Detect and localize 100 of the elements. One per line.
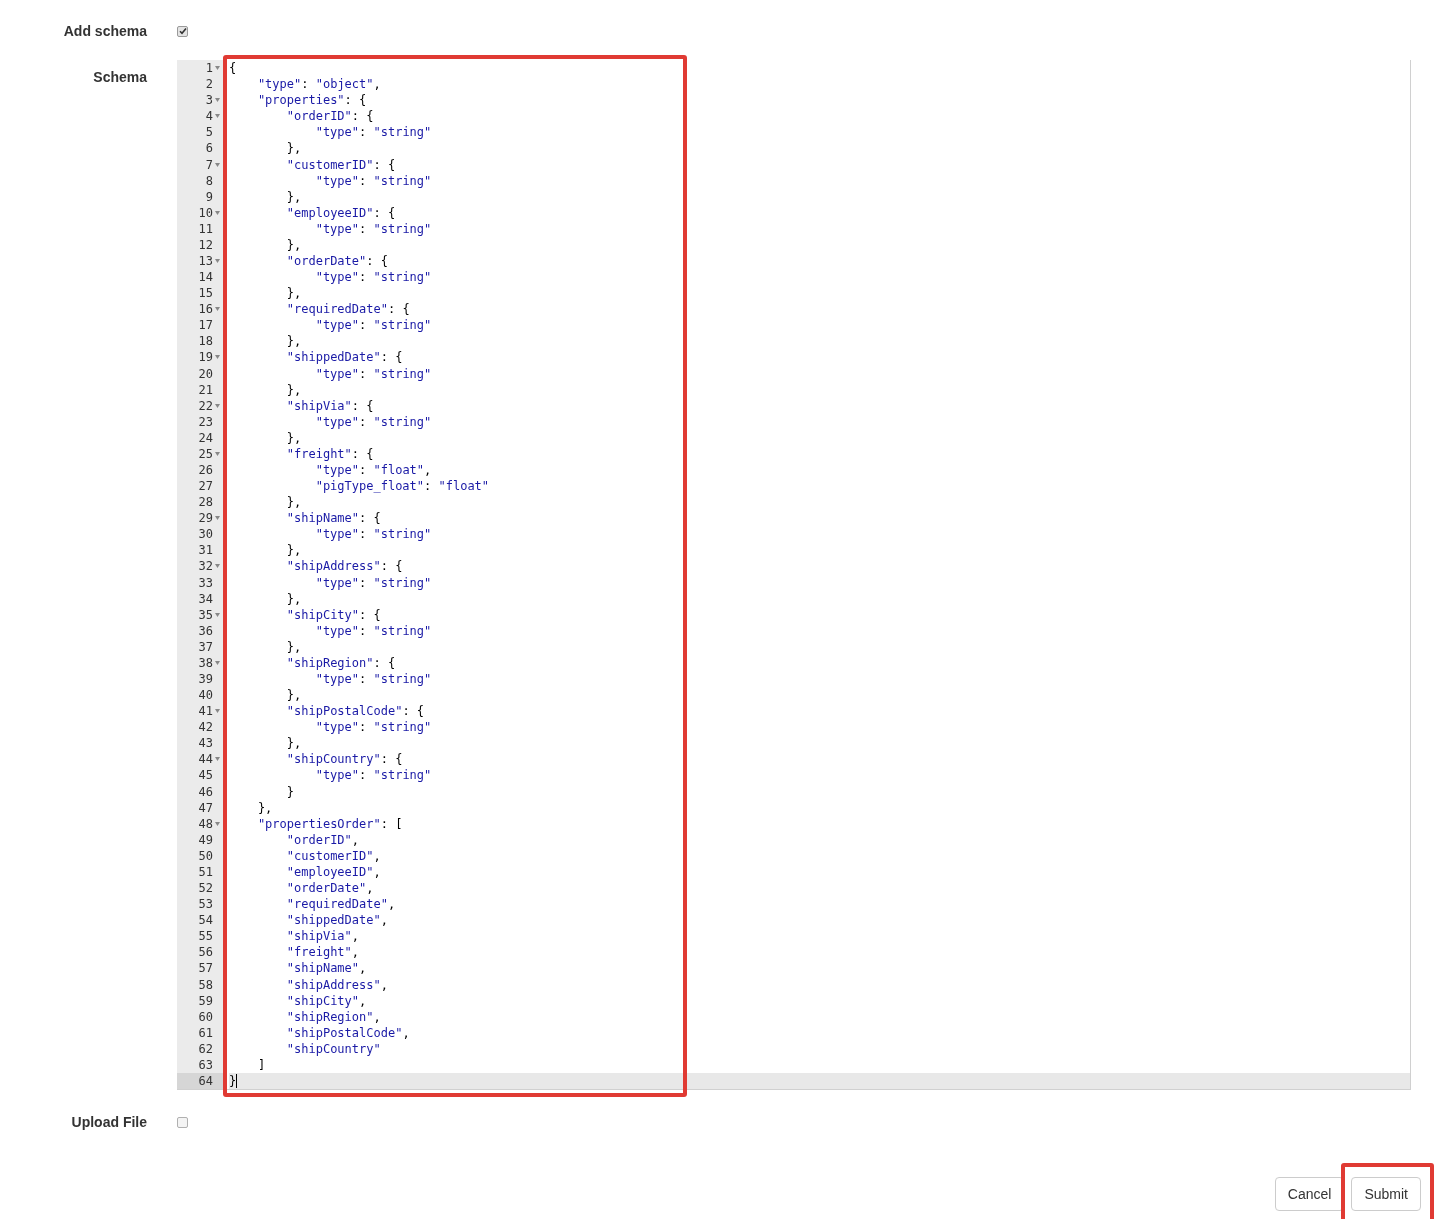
code-line: } [229,1072,237,1090]
fold-arrow-icon[interactable] [215,210,220,215]
line-number: 15 [198,285,213,303]
line-number: 56 [198,944,213,962]
fold-arrow-icon[interactable] [215,451,220,456]
fold-arrow-icon[interactable] [215,162,220,167]
line-number: 34 [198,590,213,608]
code-line: "type": "string" [315,269,432,287]
code-line: "type": "string" [315,671,432,688]
code-line: }, [257,799,273,817]
line-number: 26 [198,462,213,479]
line-number: 25 [198,445,213,463]
fold-arrow-icon[interactable] [215,403,220,408]
line-number: 48 [198,815,213,833]
line-number: 59 [198,992,213,1010]
code-line: }, [286,638,302,656]
code-line: "customerID", [286,847,381,865]
code-line: "type": "string" [315,124,432,142]
fold-arrow-icon[interactable] [215,612,220,617]
code-line: "type": "string" [315,574,432,592]
line-number: 50 [198,847,213,865]
fold-arrow-icon[interactable] [215,66,220,71]
line-number: 32 [198,558,213,576]
code-line: "type": "string" [315,767,432,785]
line-number: 9 [205,188,213,206]
code-line: }, [286,735,302,753]
code-line: "shipVia": { [286,397,374,415]
code-line: "shipRegion", [286,1008,381,1026]
code-line: "shipVia", [286,928,360,946]
line-number: 52 [198,880,213,898]
line-number: 58 [198,976,213,994]
checkbox[interactable] [177,25,188,37]
fold-arrow-icon[interactable] [215,821,220,826]
line-number: 33 [198,574,213,592]
line-number: 46 [198,783,213,801]
code-line: }, [286,236,302,254]
line-number: 61 [198,1024,213,1042]
fold-arrow-icon[interactable] [215,709,220,714]
field-label: Add schema [62,21,147,41]
fold-arrow-icon[interactable] [215,564,220,569]
code-line: }, [286,687,302,705]
code-line: }, [286,494,302,512]
line-number: 43 [198,735,213,753]
code-line: }, [286,429,302,447]
line-number: 5 [205,124,213,142]
form-button[interactable]: Submit [1351,1177,1421,1211]
line-number: 42 [198,719,213,737]
line-number: 28 [198,494,213,512]
line-number: 17 [198,317,213,335]
code-line: "type": "string" [315,365,432,383]
fold-arrow-icon[interactable] [215,98,220,103]
code-line: "customerID": { [286,156,396,174]
line-number: 22 [198,397,213,415]
code-line: "type": "string" [315,526,432,544]
code-line: "shipAddress": { [286,558,403,576]
code-line: "type": "object", [257,76,381,94]
code-line: "shipCountry" [286,1040,381,1058]
line-number: 7 [205,156,213,174]
line-number: 4 [205,108,213,126]
fold-arrow-icon[interactable] [215,757,220,762]
fold-arrow-icon[interactable] [215,307,220,312]
code-line: }, [286,590,302,608]
code-line: "freight", [286,944,360,962]
line-number: 53 [198,896,213,914]
line-number: 54 [198,912,213,930]
code-line: "shipName", [286,960,367,978]
line-number: 39 [198,671,213,688]
line-number: 60 [198,1008,213,1026]
fold-arrow-icon[interactable] [215,258,220,263]
line-number: 8 [205,172,213,190]
code-line: "shipPostalCode", [286,1024,410,1042]
fold-arrow-icon[interactable] [215,516,220,521]
line-number: 57 [198,960,213,978]
field-label: Schema [92,68,147,87]
code-line: "shipCity", [286,992,367,1010]
line-number: 21 [198,381,213,399]
checkbox[interactable] [177,1116,188,1128]
fold-arrow-icon[interactable] [215,660,220,665]
fold-arrow-icon[interactable] [215,114,220,119]
code-line: "shippedDate": { [286,349,403,367]
code-editor[interactable] [177,60,1411,1090]
line-number: 40 [198,687,213,705]
line-number: 47 [198,799,213,817]
line-number: 55 [198,928,213,946]
line-number: 23 [198,413,213,431]
code-line: "requiredDate", [286,896,396,914]
line-number: 10 [198,204,213,222]
line-number: 18 [198,333,213,351]
code-line: ] [257,1056,266,1074]
line-number: 14 [198,269,213,287]
code-line: "propertiesOrder": [ [257,815,403,833]
line-number: 45 [198,767,213,785]
line-number: 64 [198,1072,213,1090]
line-number: 16 [198,301,213,319]
line-number: 49 [198,831,213,849]
fold-arrow-icon[interactable] [215,355,220,360]
code-line: }, [286,542,302,560]
text-cursor [236,1073,238,1088]
code-line: "orderDate": { [286,253,388,270]
line-number: 24 [198,429,213,447]
